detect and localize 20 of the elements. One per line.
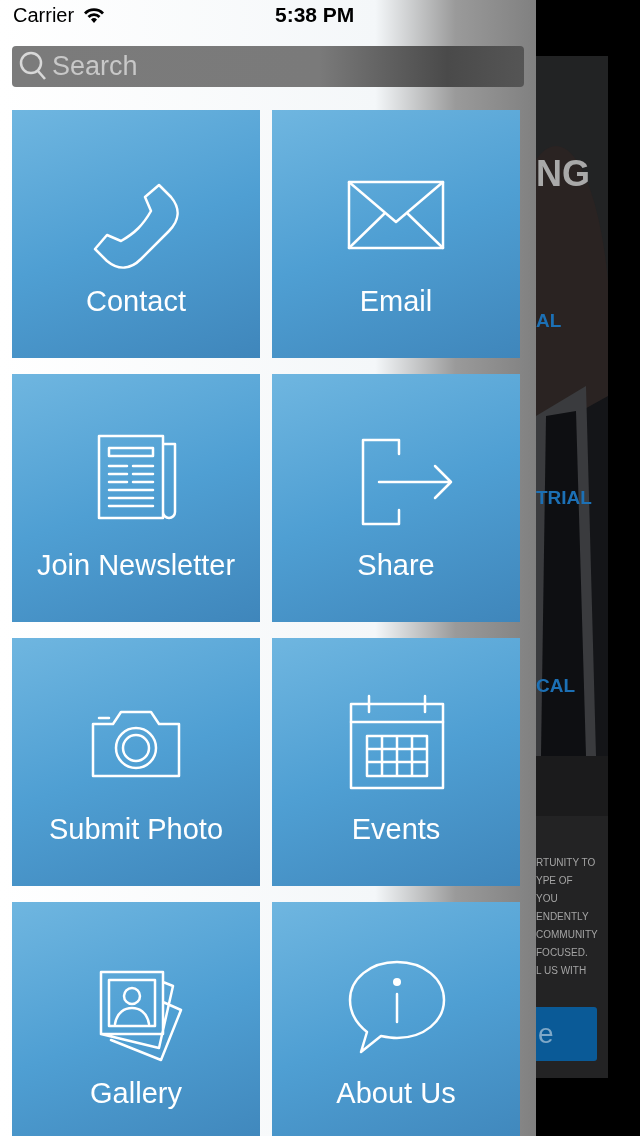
carrier-label: Carrier — [13, 3, 75, 28]
page-button[interactable]: e — [536, 1007, 597, 1061]
menu-tile[interactable]: Contact — [12, 109, 260, 358]
menu-tile[interactable]: Events — [272, 637, 520, 886]
page-text-line: RTUNITY TO — [536, 856, 597, 870]
menu-tile[interactable]: Join Newsletter — [12, 373, 260, 622]
page-text-line: YPE OF — [536, 874, 574, 888]
page-heading: NG — [536, 156, 590, 192]
wifi-icon — [82, 6, 107, 24]
page-text-line: ENDENTLY — [536, 910, 590, 924]
menu-tile[interactable]: Email — [272, 109, 520, 358]
page-text-line: L US WITH — [536, 964, 588, 978]
menu-tile[interactable]: About Us — [272, 901, 520, 1136]
page-text-line: FOCUSED. — [536, 946, 589, 960]
menu-tile[interactable]: Submit Photo — [12, 637, 260, 886]
page-text-line: COMMUNITY — [536, 928, 598, 942]
page-text-line: YOU — [536, 892, 559, 906]
menu-tile[interactable]: Share — [272, 373, 520, 622]
clock-label: 5:38 PM — [275, 2, 355, 29]
menu-tile[interactable]: Gallery — [12, 901, 260, 1136]
